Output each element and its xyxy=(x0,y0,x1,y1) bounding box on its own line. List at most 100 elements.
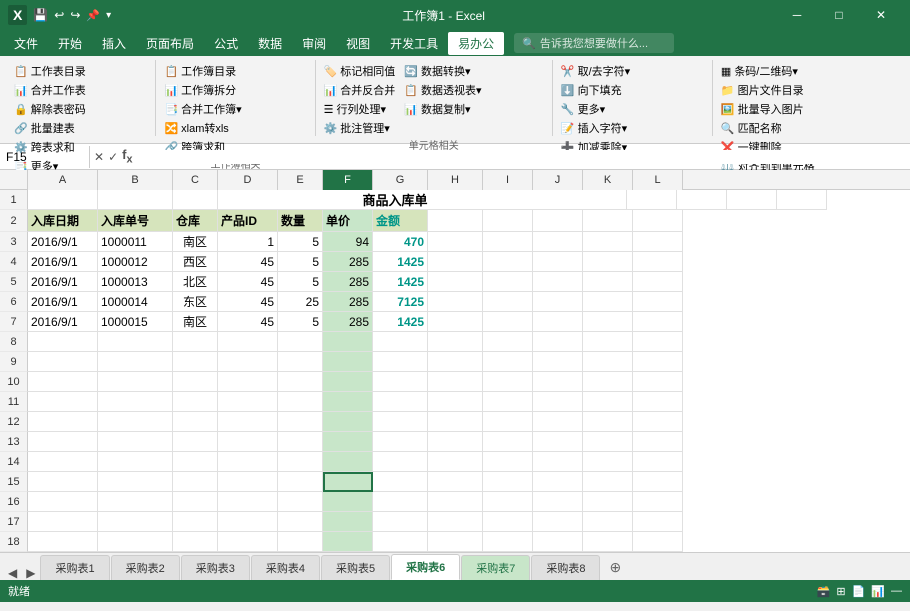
cell-g17[interactable] xyxy=(373,512,428,532)
cell-e17[interactable] xyxy=(278,512,323,532)
cell-e10[interactable] xyxy=(278,372,323,392)
cell-a17[interactable] xyxy=(28,512,98,532)
cell-a11[interactable] xyxy=(28,392,98,412)
cell-f9[interactable] xyxy=(323,352,373,372)
cell-d8[interactable] xyxy=(218,332,278,352)
cell-k16[interactable] xyxy=(583,492,633,512)
cell-c16[interactable] xyxy=(173,492,218,512)
cell-f13[interactable] xyxy=(323,432,373,452)
scroll-left-icon[interactable]: ◀ xyxy=(4,566,21,580)
cell-e7[interactable]: 5 xyxy=(278,312,323,332)
cell-g5[interactable]: 1425 xyxy=(373,272,428,292)
cell-a16[interactable] xyxy=(28,492,98,512)
cell-e14[interactable] xyxy=(278,452,323,472)
cell-l1[interactable] xyxy=(777,190,827,210)
cell-d13[interactable] xyxy=(218,432,278,452)
quick-dropdown-icon[interactable]: ▾ xyxy=(106,10,111,21)
cancel-formula-icon[interactable]: ✕ xyxy=(94,150,104,164)
cell-g8[interactable] xyxy=(373,332,428,352)
cell-i12[interactable] xyxy=(483,412,533,432)
cell-k8[interactable] xyxy=(583,332,633,352)
cell-k10[interactable] xyxy=(583,372,633,392)
cell-e3[interactable]: 5 xyxy=(278,232,323,252)
cell-b10[interactable] xyxy=(98,372,173,392)
cell-h17[interactable] xyxy=(428,512,483,532)
cell-i7[interactable] xyxy=(483,312,533,332)
cell-c15[interactable] xyxy=(173,472,218,492)
cell-k4[interactable] xyxy=(583,252,633,272)
cell-i5[interactable] xyxy=(483,272,533,292)
cell-h8[interactable] xyxy=(428,332,483,352)
cell-d4[interactable]: 45 xyxy=(218,252,278,272)
cell-f7[interactable]: 285 xyxy=(323,312,373,332)
ribbon-btn-img-dir[interactable]: 📁 图片文件目录 xyxy=(717,81,808,99)
cell-j18[interactable] xyxy=(533,532,583,552)
cell-b7[interactable]: 1000015 xyxy=(98,312,173,332)
cell-b11[interactable] xyxy=(98,392,173,412)
cell-k13[interactable] xyxy=(583,432,633,452)
sheet-tab-2[interactable]: 采购表2 xyxy=(111,555,180,580)
cell-j1[interactable] xyxy=(677,190,727,210)
cell-b18[interactable] xyxy=(98,532,173,552)
cell-g3[interactable]: 470 xyxy=(373,232,428,252)
cell-j4[interactable] xyxy=(533,252,583,272)
cell-b13[interactable] xyxy=(98,432,173,452)
cell-k5[interactable] xyxy=(583,272,633,292)
cell-f17[interactable] xyxy=(323,512,373,532)
col-header-h[interactable]: H xyxy=(428,170,483,190)
menu-item-pagelayout[interactable]: 页面布局 xyxy=(136,32,204,55)
cell-l4[interactable] xyxy=(633,252,683,272)
cell-a6[interactable]: 2016/9/1 xyxy=(28,292,98,312)
cell-h11[interactable] xyxy=(428,392,483,412)
cell-k6[interactable] xyxy=(583,292,633,312)
ribbon-btn-mark-same[interactable]: 🏷️ 标记相同值 xyxy=(320,62,400,80)
cell-d18[interactable] xyxy=(218,532,278,552)
minimize-button[interactable]: ─ xyxy=(776,0,818,30)
cell-g14[interactable] xyxy=(373,452,428,472)
name-box[interactable]: F15 xyxy=(0,146,90,168)
col-header-l[interactable]: L xyxy=(633,170,683,190)
cell-g16[interactable] xyxy=(373,492,428,512)
cell-a13[interactable] xyxy=(28,432,98,452)
cell-e2[interactable]: 数量 xyxy=(278,210,323,232)
cell-g6[interactable]: 7125 xyxy=(373,292,428,312)
cell-e12[interactable] xyxy=(278,412,323,432)
cell-g11[interactable] xyxy=(373,392,428,412)
cell-e11[interactable] xyxy=(278,392,323,412)
cell-l12[interactable] xyxy=(633,412,683,432)
cell-g12[interactable] xyxy=(373,412,428,432)
ribbon-btn-comment-mgr[interactable]: ⚙️ 批注管理▾ xyxy=(320,119,394,137)
cell-a1[interactable] xyxy=(28,190,98,210)
ribbon-btn-unlock-pwd[interactable]: 🔒 解除表密码 xyxy=(10,100,90,118)
cell-b5[interactable]: 1000013 xyxy=(98,272,173,292)
ribbon-btn-merge-unmerge[interactable]: 📊 合并反合并 xyxy=(320,81,400,99)
status-view3-icon[interactable]: 📊 xyxy=(871,585,885,598)
cell-l7[interactable] xyxy=(633,312,683,332)
cell-k15[interactable] xyxy=(583,472,633,492)
cell-j9[interactable] xyxy=(533,352,583,372)
cell-a15[interactable] xyxy=(28,472,98,492)
cell-d3[interactable]: 1 xyxy=(218,232,278,252)
menu-item-review[interactable]: 审阅 xyxy=(292,32,336,55)
cell-c4[interactable]: 西区 xyxy=(173,252,218,272)
cell-c6[interactable]: 东区 xyxy=(173,292,218,312)
cell-b8[interactable] xyxy=(98,332,173,352)
cell-l18[interactable] xyxy=(633,532,683,552)
col-header-d[interactable]: D xyxy=(218,170,278,190)
status-view1-icon[interactable]: ⊞ xyxy=(836,585,845,598)
cell-j15[interactable] xyxy=(533,472,583,492)
cell-k17[interactable] xyxy=(583,512,633,532)
status-table-icon[interactable]: 🗃️ xyxy=(817,585,831,598)
quick-pin-icon[interactable]: 📌 xyxy=(86,9,100,22)
cell-e15[interactable] xyxy=(278,472,323,492)
col-header-c[interactable]: C xyxy=(173,170,218,190)
cell-f10[interactable] xyxy=(323,372,373,392)
sheet-tab-4[interactable]: 采购表4 xyxy=(251,555,320,580)
cell-b17[interactable] xyxy=(98,512,173,532)
menu-item-formula[interactable]: 公式 xyxy=(204,32,248,55)
cell-c13[interactable] xyxy=(173,432,218,452)
ribbon-btn-sheet-index[interactable]: 📋 工作表目录 xyxy=(10,62,90,80)
cell-c3[interactable]: 南区 xyxy=(173,232,218,252)
cell-b9[interactable] xyxy=(98,352,173,372)
cell-d16[interactable] xyxy=(218,492,278,512)
